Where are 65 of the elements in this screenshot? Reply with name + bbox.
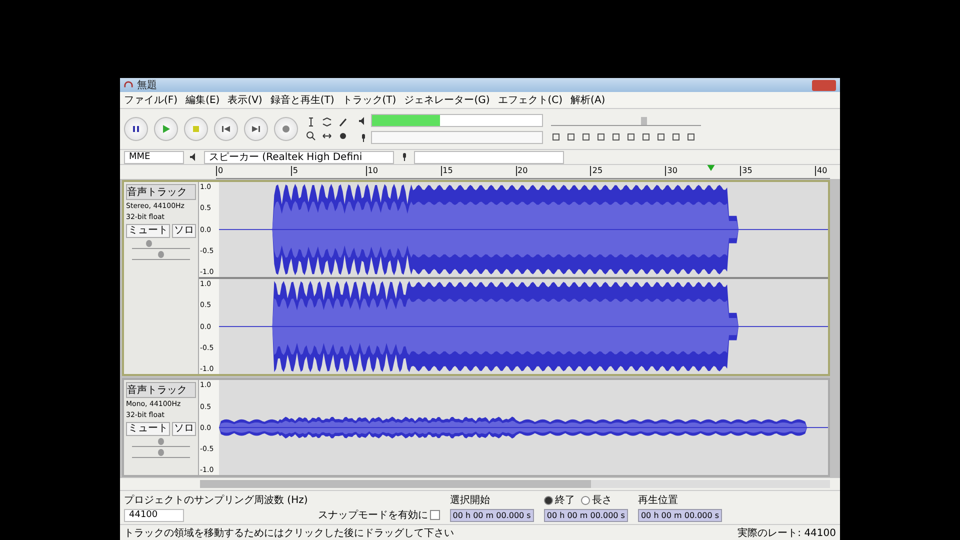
- stop-icon: [191, 124, 201, 134]
- skip-to-start-icon: [221, 124, 231, 134]
- play-icon: [161, 124, 171, 134]
- audio-position-field[interactable]: 00 h 00 m 00.000 s: [638, 509, 722, 522]
- end-mode-radio[interactable]: 長さ: [580, 493, 612, 508]
- track-name-dropdown[interactable]: 音声トラック: [126, 184, 196, 200]
- playhead-icon[interactable]: [707, 165, 716, 171]
- gain-slider[interactable]: [132, 438, 190, 448]
- selection-start-field[interactable]: 00 h 00 m 00.000 s: [450, 509, 534, 522]
- track-name-dropdown[interactable]: 音声トラック: [126, 382, 196, 398]
- audio-host-dropdown[interactable]: MME: [124, 150, 184, 164]
- ruler-label: 20: [516, 166, 528, 176]
- end-button[interactable]: [244, 117, 268, 141]
- horizontal-scrollbar[interactable]: [200, 480, 830, 488]
- pause-button[interactable]: [124, 117, 148, 141]
- start-button[interactable]: [214, 117, 238, 141]
- ruler-label: 10: [366, 166, 378, 176]
- menu-item[interactable]: ファイル(F): [124, 93, 178, 107]
- snap-label: スナップモードを有効に: [318, 508, 428, 522]
- ruler-label: 0: [216, 166, 224, 176]
- pause-icon: [131, 124, 141, 134]
- input-device-dropdown[interactable]: [414, 150, 564, 164]
- snap-checkbox[interactable]: [430, 510, 440, 520]
- pan-slider[interactable]: [132, 449, 190, 458]
- ruler-label: 15: [440, 166, 453, 176]
- audio-position-label: 再生位置: [638, 494, 679, 508]
- skip-to-end-icon: [251, 124, 261, 134]
- output-device-dropdown[interactable]: スピーカー (Realtek High Defini: [204, 150, 394, 164]
- play-button[interactable]: [154, 117, 178, 141]
- ruler-label: 30: [665, 166, 678, 176]
- menu-item[interactable]: トラック(T): [342, 93, 396, 107]
- pencil-icon[interactable]: [338, 117, 348, 127]
- ruler-label: 5: [290, 166, 298, 176]
- end-mode-radio[interactable]: 終了: [544, 493, 575, 508]
- zoom-icon[interactable]: [306, 131, 316, 141]
- envelope-icon[interactable]: [322, 117, 332, 127]
- mute-button[interactable]: ミュート: [126, 224, 170, 238]
- window-title: 無題: [137, 79, 158, 92]
- cursor-icon[interactable]: [306, 117, 316, 127]
- selection-end-field[interactable]: 00 h 00 m 00.000 s: [544, 509, 628, 522]
- close-button[interactable]: [812, 80, 836, 90]
- menu-item[interactable]: 編集(E): [186, 93, 220, 107]
- actual-rate: 実際のレート: 44100: [738, 526, 836, 540]
- sample-rate-dropdown[interactable]: 44100: [124, 509, 184, 522]
- menu-item[interactable]: 録音と再生(T): [270, 93, 334, 107]
- solo-button[interactable]: ソロ: [172, 422, 196, 436]
- selection-start-label: 選択開始: [450, 494, 491, 508]
- menu-item[interactable]: 表示(V): [228, 93, 262, 107]
- gain-slider[interactable]: [132, 240, 190, 249]
- record-icon: [281, 124, 291, 134]
- timeshift-icon[interactable]: [322, 131, 332, 141]
- pan-slider[interactable]: [132, 251, 190, 260]
- status-message: トラックの領域を移動するためにはクリックした後にドラッグして下さい: [124, 526, 454, 540]
- record-button[interactable]: [274, 117, 298, 141]
- output-volume-slider[interactable]: [551, 116, 701, 126]
- ruler-label: 40: [815, 166, 828, 176]
- menu-item[interactable]: 解析(A): [570, 93, 606, 107]
- headphones-icon: [124, 80, 133, 90]
- ruler-label: 25: [590, 166, 603, 176]
- menu-item[interactable]: エフェクト(C): [498, 93, 563, 107]
- menu-item[interactable]: ジェネレーター(G): [404, 93, 490, 107]
- sample-rate-label: プロジェクトのサンプリング周波数 (Hz): [124, 494, 308, 508]
- ruler-label: 35: [740, 166, 752, 176]
- mute-button[interactable]: ミュート: [126, 422, 170, 436]
- solo-button[interactable]: ソロ: [172, 224, 196, 238]
